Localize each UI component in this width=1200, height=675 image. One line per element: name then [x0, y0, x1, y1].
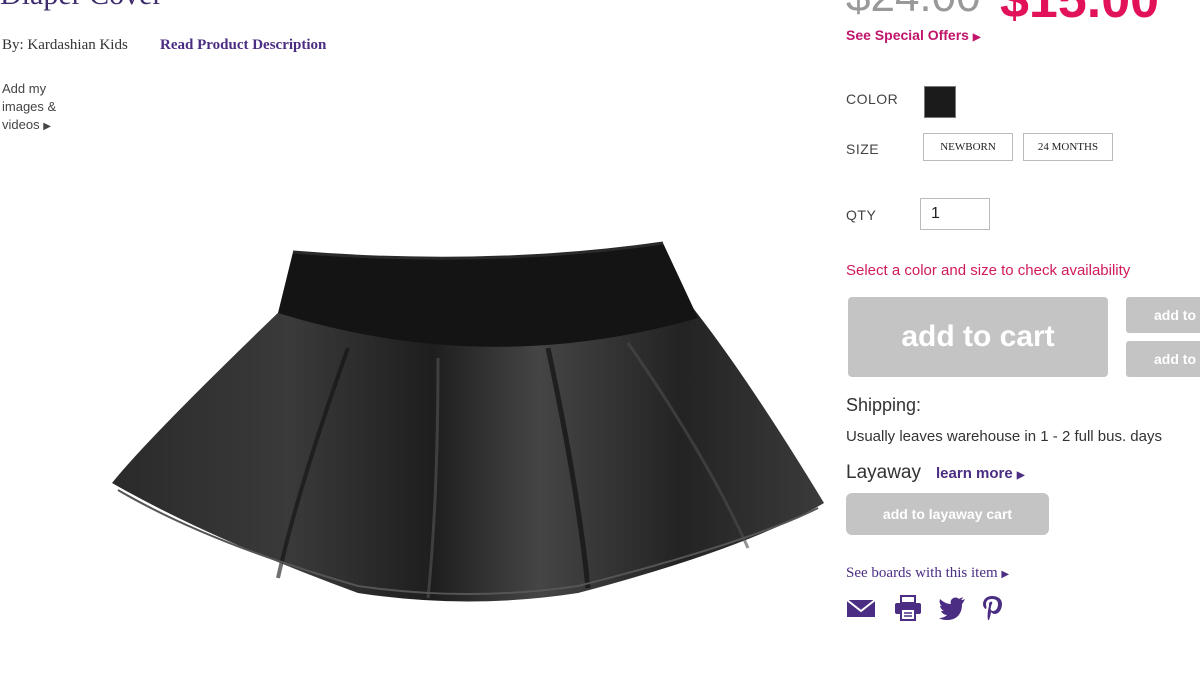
special-offers-link[interactable]: See Special Offers ▶	[846, 27, 981, 43]
shipping-label: Shipping:	[846, 395, 922, 415]
size-option-newborn[interactable]: NEWBORN	[923, 133, 1013, 161]
quantity-input[interactable]	[920, 198, 990, 230]
pinterest-icon[interactable]	[978, 594, 1008, 622]
see-boards-label: See boards with this item	[846, 565, 998, 581]
add-to-cart-button[interactable]: add to cart	[848, 297, 1108, 377]
caret-right-icon: ▶	[43, 121, 51, 132]
brand-byline: By: Kardashian Kids	[2, 37, 128, 53]
qty-label: QTY	[846, 207, 877, 223]
read-description-link[interactable]: Read Product Description	[160, 37, 326, 54]
print-icon[interactable]	[893, 594, 923, 622]
mail-icon[interactable]	[846, 594, 876, 622]
availability-message: Select a color and size to check availab…	[846, 262, 1131, 279]
add-to-list-button[interactable]: add to	[1126, 297, 1200, 333]
product-title: Diaper Cover	[0, 0, 162, 12]
see-boards-link[interactable]: See boards with this item ▶	[846, 565, 1009, 582]
original-price: $24.00	[846, 0, 981, 22]
caret-right-icon: ▶	[1001, 569, 1010, 580]
skirt-body	[112, 308, 824, 602]
shipping-info: Usually leaves warehouse in 1 - 2 full b…	[846, 428, 1162, 445]
size-option-24-months[interactable]: 24 MONTHS	[1023, 133, 1113, 161]
add-to-registry-button[interactable]: add to	[1126, 341, 1200, 377]
color-label: COLOR	[846, 91, 899, 107]
learn-more-label: learn more	[936, 465, 1013, 482]
add-to-layaway-cart-button[interactable]: add to layaway cart	[846, 493, 1049, 535]
caret-right-icon: ▶	[972, 32, 981, 43]
product-image	[112, 241, 824, 602]
sale-price: $15.00	[1000, 0, 1160, 29]
layaway-label: Layaway	[846, 462, 921, 483]
add-images-link[interactable]: Add my images & videos ▶	[2, 80, 82, 136]
color-swatch-black[interactable]	[924, 86, 956, 118]
learn-more-link[interactable]: learn more ▶	[936, 465, 1025, 482]
twitter-icon[interactable]	[937, 594, 967, 622]
size-label: SIZE	[846, 141, 880, 157]
special-offers-label: See Special Offers	[846, 27, 969, 43]
caret-right-icon: ▶	[1016, 470, 1025, 481]
